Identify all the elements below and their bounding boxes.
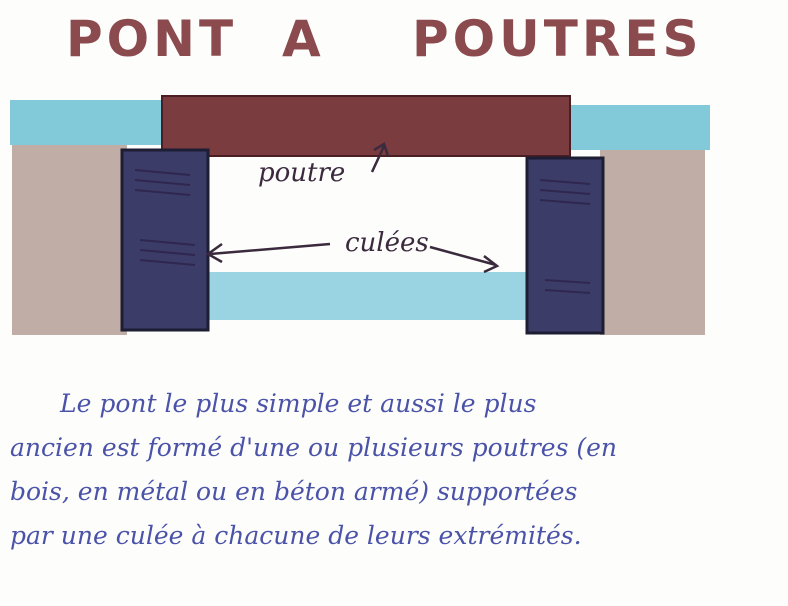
left-abutment-arrow <box>205 242 331 264</box>
right-abutment <box>525 156 605 335</box>
beam <box>161 95 571 157</box>
description-line-2: ancien est formé d'une ou plusieurs pout… <box>10 433 618 462</box>
left-sky-strip <box>10 100 165 145</box>
left-ground-bank <box>12 145 127 335</box>
description-line-4: par une culée à chacune de leurs extrémi… <box>10 521 582 550</box>
description-text: Le pont le plus simple et aussi le plus … <box>10 382 780 558</box>
water <box>205 272 527 320</box>
right-ground-bank <box>600 150 705 335</box>
description-line-1: Le pont le plus simple et aussi le plus <box>60 389 537 418</box>
label-abutments: culées <box>345 228 429 258</box>
description-line-3: bois, en métal ou en béton armé) support… <box>10 477 578 506</box>
right-abutment-arrow <box>429 245 500 274</box>
label-beam: poutre <box>258 158 346 188</box>
left-abutment <box>120 148 210 332</box>
right-sky-strip <box>560 105 710 150</box>
